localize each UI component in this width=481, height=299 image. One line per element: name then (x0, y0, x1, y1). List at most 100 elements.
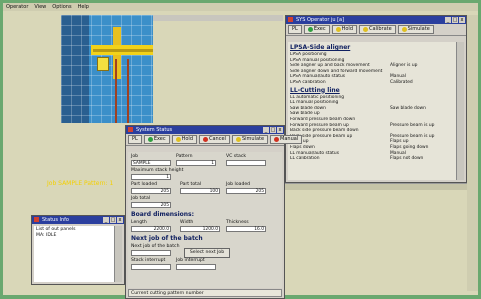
close-icon[interactable]: x (277, 127, 283, 133)
thickness-label: Thickness (226, 220, 249, 225)
list-item[interactable]: LL calibration Flaps not down (290, 156, 454, 162)
max-height-label: Maximum stack height (131, 168, 184, 173)
system-status-window: System Status _ □ x PL Exec Hold Cancel … (125, 125, 303, 299)
window-controls: _ □ x (103, 217, 123, 223)
part-loaded-label: Part loaded (131, 182, 158, 187)
sys-titlebar: SYS Operator ju [a] _ □ x (286, 16, 466, 24)
sys-title: SYS Operator ju [a] (296, 17, 345, 23)
cancel-label: Cancel (209, 136, 226, 142)
hold-label: Hold (341, 26, 353, 32)
pl-button[interactable]: PL (288, 25, 302, 34)
job-loaded-label: Job loaded (226, 182, 251, 187)
exec-label: Exec (153, 136, 166, 142)
board-dimensions-heading: Board dimensions: (131, 211, 195, 218)
status-form: Job Pattern VC stack SAMPLE 1 Maximum st… (128, 152, 282, 288)
vc-stack-label: VC stack (226, 154, 247, 159)
status-toolbar: PL Exec Hold Cancel Simulate Manual (126, 134, 303, 146)
info-title: Status Info (42, 217, 69, 223)
sys-operator-window: SYS Operator ju [a] _ □ x PL Exec Hold C… (285, 15, 467, 183)
simulate-button[interactable]: Simulate (397, 25, 434, 34)
machine-carriage (97, 57, 109, 71)
window-controls: _ □ x (445, 17, 465, 23)
simulate-icon (235, 137, 241, 142)
calibrate-button[interactable]: Calibrate (359, 25, 396, 34)
list-item[interactable]: LPSA calibration Calibrated (290, 80, 454, 86)
simulate-label: Simulate (407, 26, 430, 32)
pl-label: PL (132, 136, 138, 142)
maximize-icon[interactable]: □ (270, 127, 276, 133)
close-icon[interactable]: x (459, 17, 465, 23)
pl-label: PL (292, 26, 298, 32)
manual-icon (274, 137, 280, 142)
part-total-field: 100 (180, 188, 220, 194)
menu-view[interactable]: View (34, 3, 46, 11)
machine-beam-shadow (93, 49, 153, 52)
maximize-icon[interactable]: □ (452, 17, 458, 23)
status-titlebar: System Status _ □ x (126, 126, 284, 134)
sys-scrollbar[interactable] (456, 42, 464, 180)
next-job-field[interactable] (131, 250, 171, 256)
menu-help[interactable]: Help (78, 3, 89, 11)
menu-operator[interactable]: Operator (6, 3, 28, 11)
part-loaded-field: 205 (131, 188, 171, 194)
exec-button[interactable]: Exec (143, 135, 170, 144)
info-list: List of out panels MA: IDLE (34, 226, 114, 282)
minimize-icon[interactable]: _ (263, 127, 269, 133)
screen-frame: Operator View Options Help Job SAMPLE Pa… (0, 0, 481, 299)
minimize-icon[interactable]: _ (445, 17, 451, 23)
stack-interrupt-label: Stack interrupt (131, 258, 166, 263)
maximize-icon[interactable]: □ (110, 217, 116, 223)
hold-button[interactable]: Hold (331, 25, 357, 34)
hold-label: Hold (181, 136, 193, 142)
minimize-icon[interactable]: _ (103, 217, 109, 223)
width-label: Width (180, 220, 194, 225)
cancel-button[interactable]: Cancel (199, 135, 230, 144)
window-icon (288, 17, 293, 22)
exec-icon (147, 137, 153, 142)
exec-button[interactable]: Exec (303, 25, 330, 34)
next-job-heading: Next job of the batch (131, 235, 203, 242)
pattern-field: 1 (176, 160, 216, 166)
info-scrollbar[interactable] (114, 226, 122, 282)
simulate-button[interactable]: Simulate (231, 135, 269, 144)
window-controls: _ □ x (263, 127, 283, 133)
window-icon (128, 127, 133, 132)
menu-bar: Operator View Options Help (3, 3, 478, 11)
exec-icon (307, 27, 313, 32)
simulate-icon (401, 27, 407, 32)
part-total-label: Part total (180, 182, 202, 187)
pl-button[interactable]: PL (128, 135, 142, 144)
cancel-icon (203, 137, 208, 142)
calibrate-label: Calibrate (369, 26, 392, 32)
length-label: Length (131, 220, 147, 225)
hold-button[interactable]: Hold (171, 135, 197, 144)
machine-rod-right (127, 59, 129, 123)
close-icon[interactable]: x (117, 217, 123, 223)
status-info-window: Status Info _ □ x List of out panels MA:… (31, 215, 125, 285)
max-height-field: 1 (131, 174, 171, 180)
manual-label: Manual (280, 136, 299, 142)
width-field: 1200.0 (180, 226, 220, 232)
job-field: SAMPLE (131, 160, 171, 166)
length-field: 2200.0 (131, 226, 171, 232)
job-total-label: Job total (131, 196, 151, 201)
sys-toolbar: PL Exec Hold Calibrate Simulate (286, 24, 466, 36)
machine-rod-left (115, 59, 117, 123)
stack-interrupt-field[interactable] (131, 264, 171, 270)
sys-status-list: LPSA-Side aligner LPSA positioning LPSA … (288, 42, 456, 180)
job-interrupt-field[interactable] (176, 264, 216, 270)
window-icon (34, 217, 39, 222)
top-strip (153, 15, 283, 21)
job-label: Job (131, 154, 139, 159)
list-item: MA: IDLE (36, 233, 57, 238)
process-view (61, 15, 153, 123)
status-line: Current cutting pattern number (128, 289, 282, 297)
menu-options[interactable]: Options (52, 3, 71, 11)
right-edge-panel (467, 15, 478, 291)
select-next-job-button[interactable]: Select next Job (184, 248, 230, 258)
next-job-label: Next job of the batch (131, 244, 180, 249)
section-header-lpsa: LPSA-Side aligner (290, 44, 351, 51)
section-header-ll: LL-Cutting line (290, 86, 340, 94)
manual-button[interactable]: Manual (270, 135, 303, 144)
job-loaded-field: 205 (226, 188, 266, 194)
